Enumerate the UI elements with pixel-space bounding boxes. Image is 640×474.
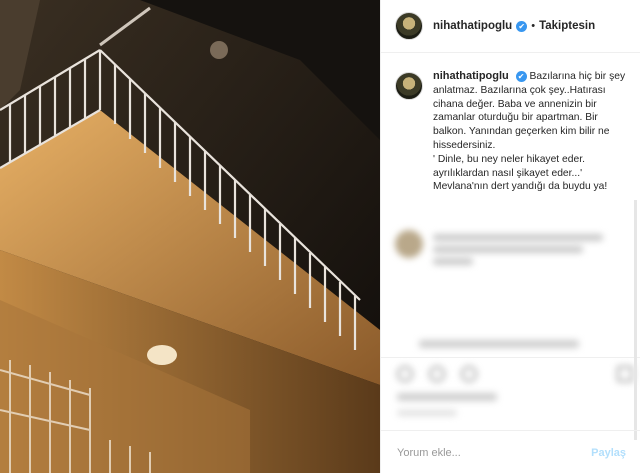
separator-dot: • bbox=[531, 20, 536, 32]
post-side-panel: nihathatipoglu ✔ • Takiptesin nihathatip… bbox=[380, 0, 640, 473]
caption-verified-badge-icon: ✔ bbox=[515, 70, 527, 82]
caption-author-username[interactable]: nihathatipoglu bbox=[433, 70, 509, 82]
caption-text: nihathatipoglu ✔ Bazılarına hiç bir şey … bbox=[433, 70, 633, 194]
comment-box: Paylaş bbox=[381, 430, 640, 474]
caption-author-avatar[interactable] bbox=[395, 72, 423, 100]
comment-icon[interactable] bbox=[429, 366, 445, 382]
author-username[interactable]: nihathatipoglu bbox=[433, 20, 512, 32]
post-date bbox=[397, 410, 457, 416]
bookmark-icon[interactable] bbox=[617, 366, 633, 382]
heart-icon[interactable] bbox=[397, 366, 413, 382]
comment-text-line bbox=[433, 246, 583, 253]
comment-input[interactable] bbox=[395, 445, 579, 460]
share-icon[interactable] bbox=[461, 366, 477, 382]
blurred-comment bbox=[395, 230, 625, 270]
comment-text-line bbox=[433, 234, 603, 241]
divider bbox=[381, 357, 640, 358]
scrollbar[interactable] bbox=[634, 200, 637, 440]
caption-body: Bazılarına hiç bir şey anlatmaz. Bazılar… bbox=[433, 71, 626, 193]
follow-status-button[interactable]: Takiptesin bbox=[539, 20, 595, 32]
blurred-comment-line bbox=[419, 340, 579, 348]
commenter-avatar bbox=[395, 230, 423, 258]
post-photo[interactable] bbox=[0, 0, 380, 473]
verified-badge-icon: ✔ bbox=[516, 20, 528, 32]
comment-text-line bbox=[433, 258, 473, 265]
likes-count[interactable] bbox=[397, 393, 497, 401]
author-avatar[interactable] bbox=[395, 12, 423, 40]
action-bar bbox=[395, 366, 635, 386]
post-header: nihathatipoglu ✔ • Takiptesin bbox=[381, 0, 640, 53]
post-comment-button[interactable]: Paylaş bbox=[591, 447, 626, 459]
